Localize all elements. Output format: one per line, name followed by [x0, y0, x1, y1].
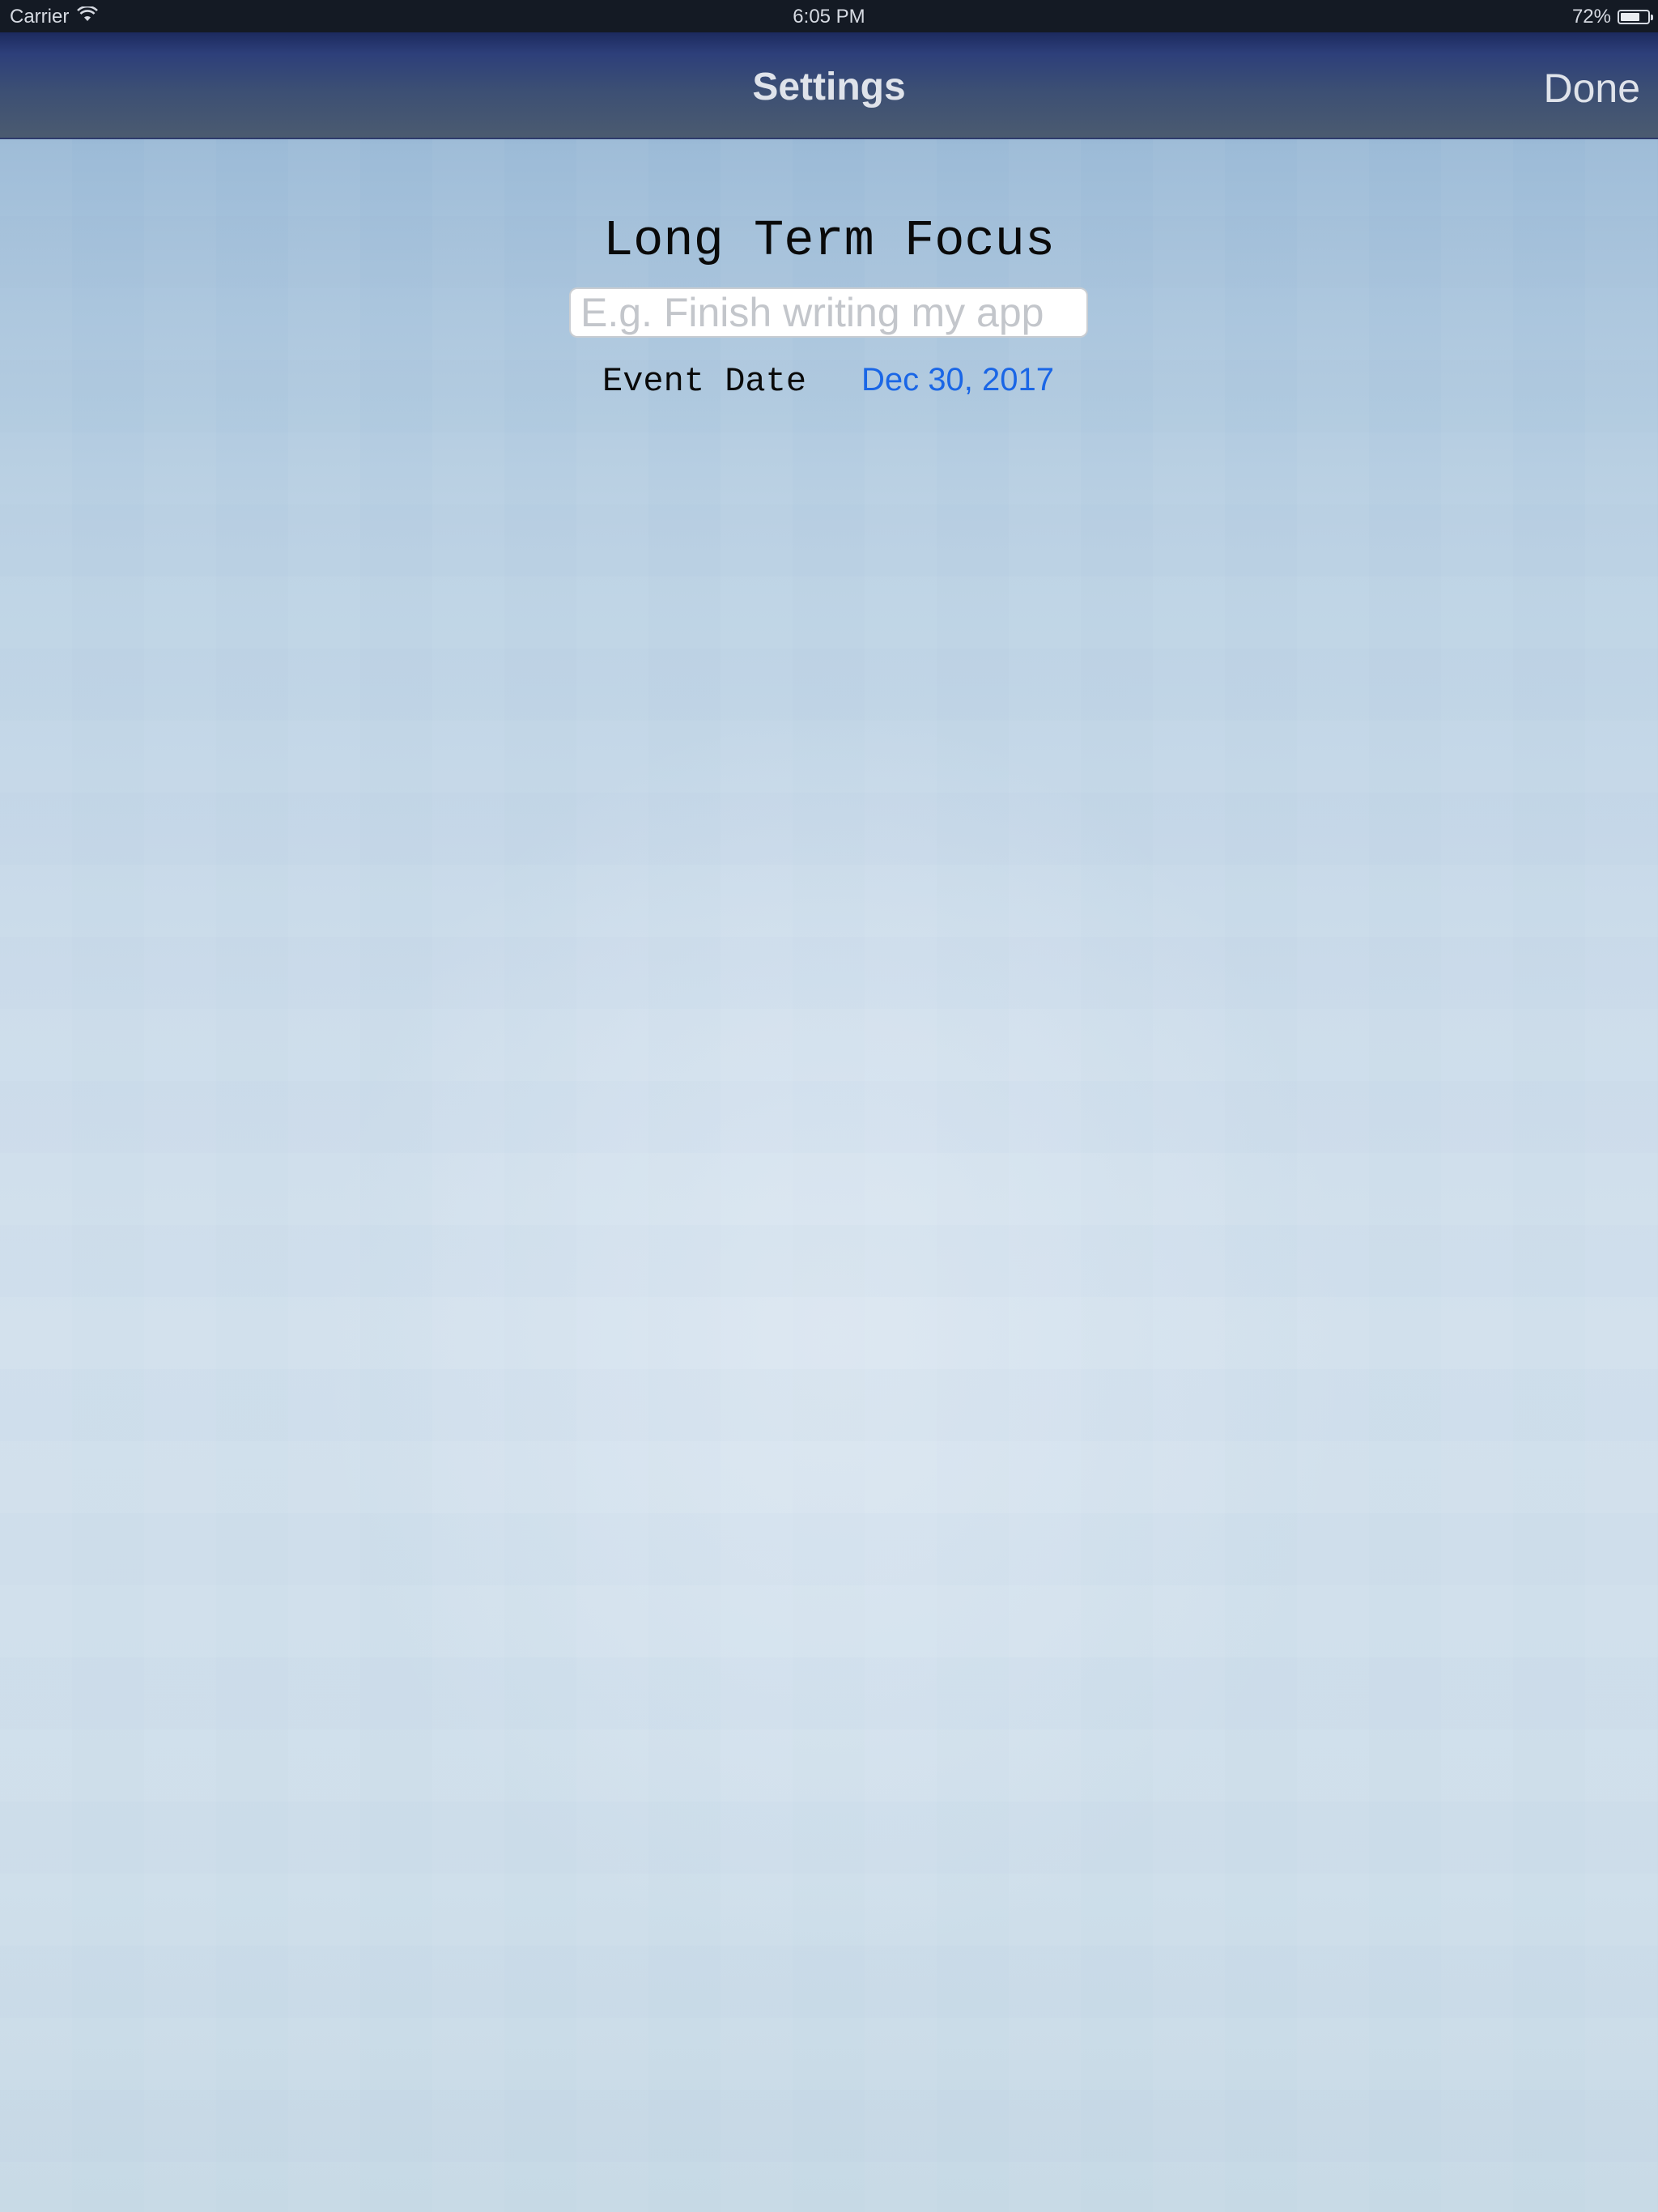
battery-percent: 72% — [1571, 6, 1611, 28]
page-title: Settings — [752, 66, 906, 108]
done-button[interactable]: Done — [1543, 65, 1640, 112]
status-time: 6:05 PM — [793, 6, 865, 28]
status-right: 72% — [1571, 6, 1653, 28]
long-term-focus-heading: Long Term Focus — [602, 212, 1056, 270]
battery-fill — [1621, 13, 1639, 21]
status-bar: Carrier 6:05 PM 72% — [0, 0, 1658, 32]
battery-icon — [1618, 10, 1653, 24]
event-date-button[interactable]: Dec 30, 2017 — [861, 362, 1054, 398]
focus-input[interactable] — [569, 287, 1088, 338]
navigation-bar: Settings Done — [0, 32, 1658, 139]
event-date-row: Event Date Dec 30, 2017 — [602, 362, 1056, 404]
event-date-label: Event Date — [602, 362, 807, 401]
